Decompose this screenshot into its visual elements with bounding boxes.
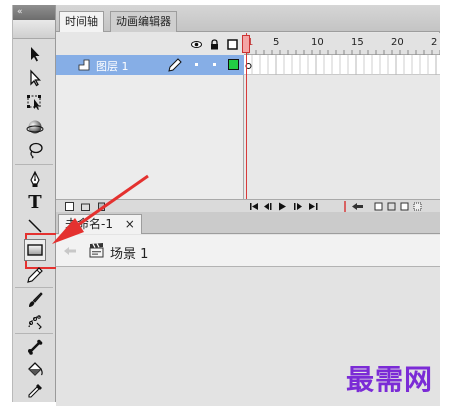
ruler-label: 10 [311,37,324,48]
document-tabbar: 未命名-1 × [56,212,440,234]
tool-separator [15,164,53,165]
outline-icon[interactable] [227,39,238,50]
tool-separator [15,333,53,334]
text-tool[interactable]: T [24,191,46,213]
pencil-tool[interactable] [24,264,46,286]
deco-icon [28,315,42,330]
eyedropper-icon [28,384,42,398]
layer-row[interactable]: 图层 1 [56,55,244,75]
playback-controls [250,201,422,212]
frames-row[interactable] [244,55,440,75]
eye-icon[interactable] [191,39,202,50]
tab-timeline[interactable]: 时间轴 [59,11,104,32]
pencil-icon [168,58,182,72]
subselection-tool[interactable] [24,67,46,89]
collapse-icon[interactable]: « [17,7,23,17]
new-layer-icon[interactable] [65,202,74,211]
tools-panel-grip[interactable]: « [13,5,55,20]
playhead[interactable] [246,33,247,199]
lasso-icon [29,142,43,159]
timeline-panel: 时间轴 动画编辑器 1 5 10 15 20 2 图层 1 [56,5,441,212]
frames-area[interactable] [244,75,440,199]
brush-icon [29,292,43,307]
ruler-label: 5 [273,37,280,48]
edit-bar: 场景 1 [56,235,440,267]
tools-panel-titlebar[interactable] [13,20,55,39]
layer-icon [78,59,90,71]
tool-separator [15,287,53,288]
layer-list[interactable] [56,75,244,199]
tab-motion-editor[interactable]: 动画编辑器 [110,11,177,32]
timeline-footer [56,199,440,212]
ruler-label: 2 [431,37,438,48]
document-tab-label: 未命名-1 [65,217,113,231]
scene-icon [89,243,104,258]
frame-ruler[interactable]: 1 5 10 15 20 2 [244,33,441,55]
new-folder-icon[interactable] [81,202,90,211]
document-tab[interactable]: 未命名-1 × [58,214,142,234]
brush-tool[interactable] [24,289,46,311]
selection-tool[interactable] [24,43,46,65]
deco-tool[interactable] [24,311,46,333]
layer-name[interactable]: 图层 1 [96,58,129,74]
eyedropper-tool[interactable] [24,380,46,402]
playhead-handle[interactable] [242,35,250,53]
visibility-dot[interactable] [195,63,198,66]
rectangle-icon [27,244,43,256]
lock-icon[interactable] [209,39,220,50]
back-arrow-icon[interactable] [63,246,77,256]
frame-cells [251,55,437,75]
free-transform-tool[interactable] [24,91,46,113]
3d-rotation-tool[interactable] [24,116,46,138]
lock-dot[interactable] [213,63,216,66]
arrow-icon [31,47,40,62]
paint-bucket-tool[interactable] [24,359,46,381]
bucket-icon [28,362,43,376]
timeline-tabbar: 时间轴 动画编辑器 [56,5,440,32]
scene-label[interactable]: 场景 1 [110,243,148,262]
ruler-label: 15 [351,37,364,48]
layer-color-swatch[interactable] [228,59,239,70]
transform-icon [27,95,41,110]
pencil-icon [27,267,43,283]
rectangle-tool[interactable] [24,239,46,261]
delete-icon[interactable] [97,202,106,211]
lasso-tool[interactable] [24,139,46,161]
pen-icon [30,170,40,187]
sphere-icon [26,120,44,134]
bone-icon [28,339,43,355]
watermark: 最需网 [346,363,434,396]
layer-header [56,33,244,55]
hollow-arrow-icon [30,69,42,87]
ruler-label: 20 [391,37,404,48]
text-icon: T [28,191,42,213]
pen-tool[interactable] [24,168,46,190]
tools-panel: « T [12,5,58,402]
close-icon[interactable]: × [125,217,135,231]
bone-tool[interactable] [24,336,46,358]
